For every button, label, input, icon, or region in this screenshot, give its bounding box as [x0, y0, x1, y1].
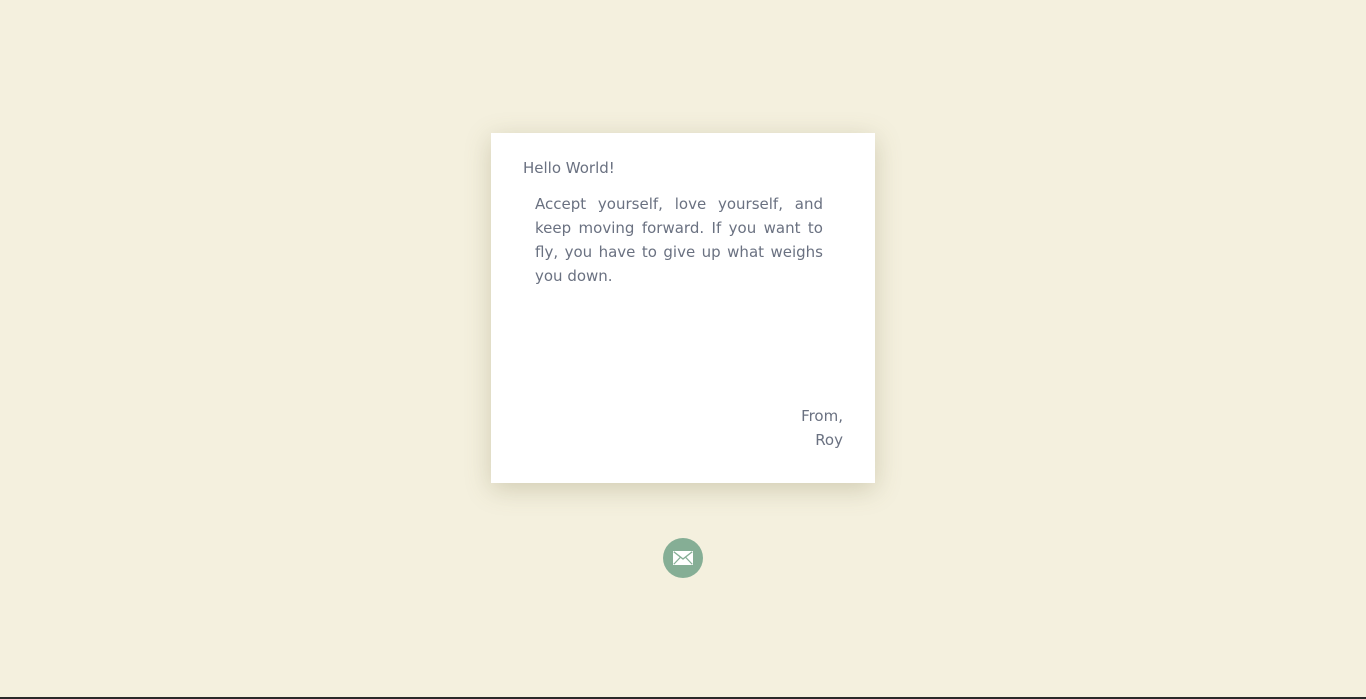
envelope-icon — [673, 551, 693, 565]
mail-button[interactable] — [663, 538, 703, 578]
letter-card: Hello World! Accept yourself, love yours… — [491, 133, 875, 483]
signoff-from: From, — [801, 407, 843, 425]
signoff-name: Roy — [815, 431, 843, 449]
letter-message: Accept yourself, love yourself, and keep… — [535, 195, 823, 285]
letter-signoff: From, Roy — [801, 404, 843, 452]
letter-greeting: Hello World! — [523, 159, 615, 177]
